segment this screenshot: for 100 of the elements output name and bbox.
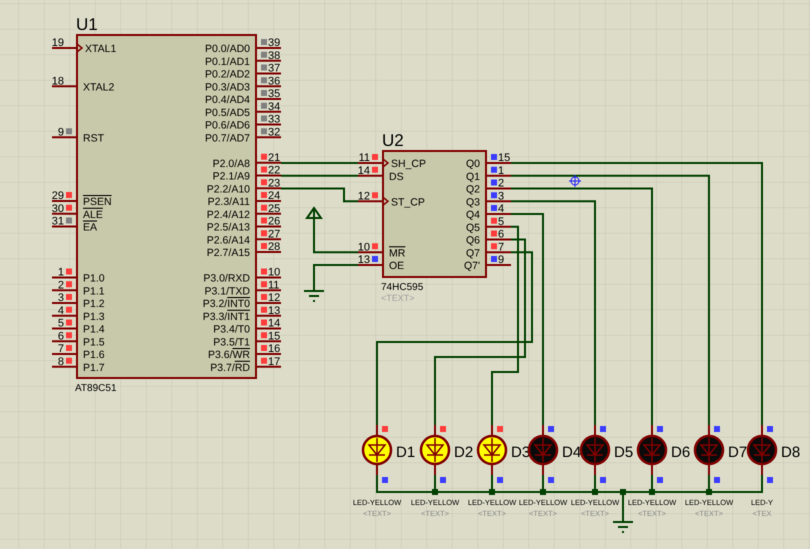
pin-label: P3.2/INT0 — [202, 298, 250, 310]
pin-lead — [52, 85, 77, 88]
reference-label: D1 — [396, 444, 416, 461]
pin-label: RST — [83, 132, 104, 144]
pin-label: Q0 — [466, 158, 480, 170]
pin-label: P0.4/AD4 — [205, 94, 250, 106]
part-label: AT89C51 — [75, 383, 117, 394]
pin-number: 34 — [268, 100, 280, 113]
pin-label: P3.5/T1 — [213, 336, 250, 348]
pin-number: 10 — [358, 241, 370, 254]
pin-label: Q3 — [466, 196, 480, 208]
pin-number: 13 — [358, 254, 370, 266]
pin-number: 31 — [52, 216, 64, 228]
pin-lead — [256, 289, 281, 292]
pin-number: 30 — [52, 202, 64, 215]
pin-lead — [52, 212, 77, 215]
pin-number: 28 — [268, 241, 280, 253]
pin-lead — [256, 187, 281, 190]
pin-number: 14 — [358, 164, 370, 177]
pin-number: 18 — [52, 75, 64, 88]
pin-label: Q5 — [466, 222, 480, 234]
pin-number: 11 — [268, 279, 280, 292]
pin-number: 4 — [498, 203, 504, 215]
pin-number: 23 — [268, 177, 280, 190]
pin-number: 12 — [358, 190, 370, 202]
ground-icon — [303, 290, 325, 302]
pin-lead — [52, 314, 77, 317]
pin-label: Q1 — [466, 170, 480, 183]
pin-lead — [256, 60, 281, 62]
pin-label: P1.4 — [83, 324, 105, 336]
pin-label: P0.1/AD1 — [205, 56, 250, 68]
pin-label: P2.7/A15 — [206, 247, 250, 259]
pin-label: P2.6/A14 — [206, 234, 250, 246]
pin-number: 9 — [498, 254, 504, 266]
pin-label: ST_CP — [391, 196, 425, 208]
reference-label: D6 — [671, 444, 690, 461]
pin-number: 8 — [58, 356, 64, 368]
pin-number: 11 — [358, 152, 370, 164]
pin-number: 6 — [58, 330, 64, 342]
pin-number: 1 — [498, 164, 504, 177]
pin-label: P0.6/AD6 — [205, 120, 250, 132]
ground-icon — [612, 521, 634, 533]
pin-number: 27 — [268, 228, 280, 240]
pin-label: Q6 — [466, 234, 480, 246]
reference-label: U1 — [76, 15, 98, 34]
power-terminal-icon — [306, 206, 322, 223]
pin-number: 3 — [498, 190, 504, 202]
pin-number: 9 — [58, 126, 64, 138]
pin-number: 15 — [498, 152, 510, 164]
pin-label: Q2 — [466, 184, 480, 196]
reference-label: D5 — [614, 444, 634, 461]
pin-number: 25 — [268, 202, 280, 215]
pin-label: P3.3/INT1 — [202, 310, 250, 323]
pin-number: 17 — [268, 356, 280, 368]
pin-lead — [52, 289, 77, 292]
pin-lead — [358, 174, 383, 177]
pin-label: XTAL1 — [85, 43, 116, 55]
pin-lead — [256, 110, 281, 113]
pin-label: P2.3/A11 — [208, 196, 250, 208]
pin-lead — [52, 366, 77, 368]
pin-number: 13 — [268, 304, 280, 317]
pin-label: P0.5/AD5 — [205, 106, 250, 119]
pin-label: P3.0/RXD — [203, 272, 250, 284]
pin-lead — [486, 174, 511, 177]
pin-label: P0.2/AD2 — [205, 68, 250, 80]
pin-label: P3.6/WR — [208, 349, 250, 361]
pin-label: P3.7/RD — [210, 362, 250, 374]
pin-number: 38 — [268, 50, 280, 62]
pin-label: P1.2 — [83, 298, 105, 310]
pin-label: P3.4/T0 — [213, 324, 250, 336]
pin-label: EA — [83, 222, 98, 234]
pin-number: 15 — [268, 330, 280, 342]
pin-number: 24 — [268, 190, 280, 202]
reference-label: D2 — [454, 444, 474, 461]
pin-lead — [486, 251, 511, 254]
reference-label: D4 — [562, 444, 582, 461]
pin-label: P2.1/A9 — [212, 170, 250, 182]
pin-number: 37 — [268, 62, 280, 74]
pin-lead — [256, 366, 281, 368]
pin-lead — [256, 314, 281, 317]
pin-lead — [256, 85, 281, 88]
pin-number: 7 — [58, 343, 64, 355]
pin-lead — [256, 136, 281, 138]
pin-number: 10 — [268, 266, 280, 278]
pin-number: 4 — [58, 304, 64, 317]
pin-label: P0.0/AD0 — [205, 43, 250, 55]
pin-lead — [358, 200, 383, 202]
pin-number: 16 — [268, 343, 280, 355]
pin-lead — [256, 162, 281, 164]
pin-label: PSEN — [83, 196, 112, 208]
pin-label: ALE — [83, 208, 103, 221]
pin-label: Q7 — [466, 247, 480, 260]
pin-number: 26 — [268, 216, 280, 228]
pin-number: 7 — [498, 241, 504, 254]
pin-label: P0.3/AD3 — [205, 81, 250, 94]
pin-lead — [256, 340, 281, 342]
reference-label: D7 — [728, 444, 748, 461]
pin-number: 12 — [268, 292, 280, 304]
crosshair-icon — [568, 174, 582, 188]
pin-label: Q7' — [464, 260, 480, 272]
